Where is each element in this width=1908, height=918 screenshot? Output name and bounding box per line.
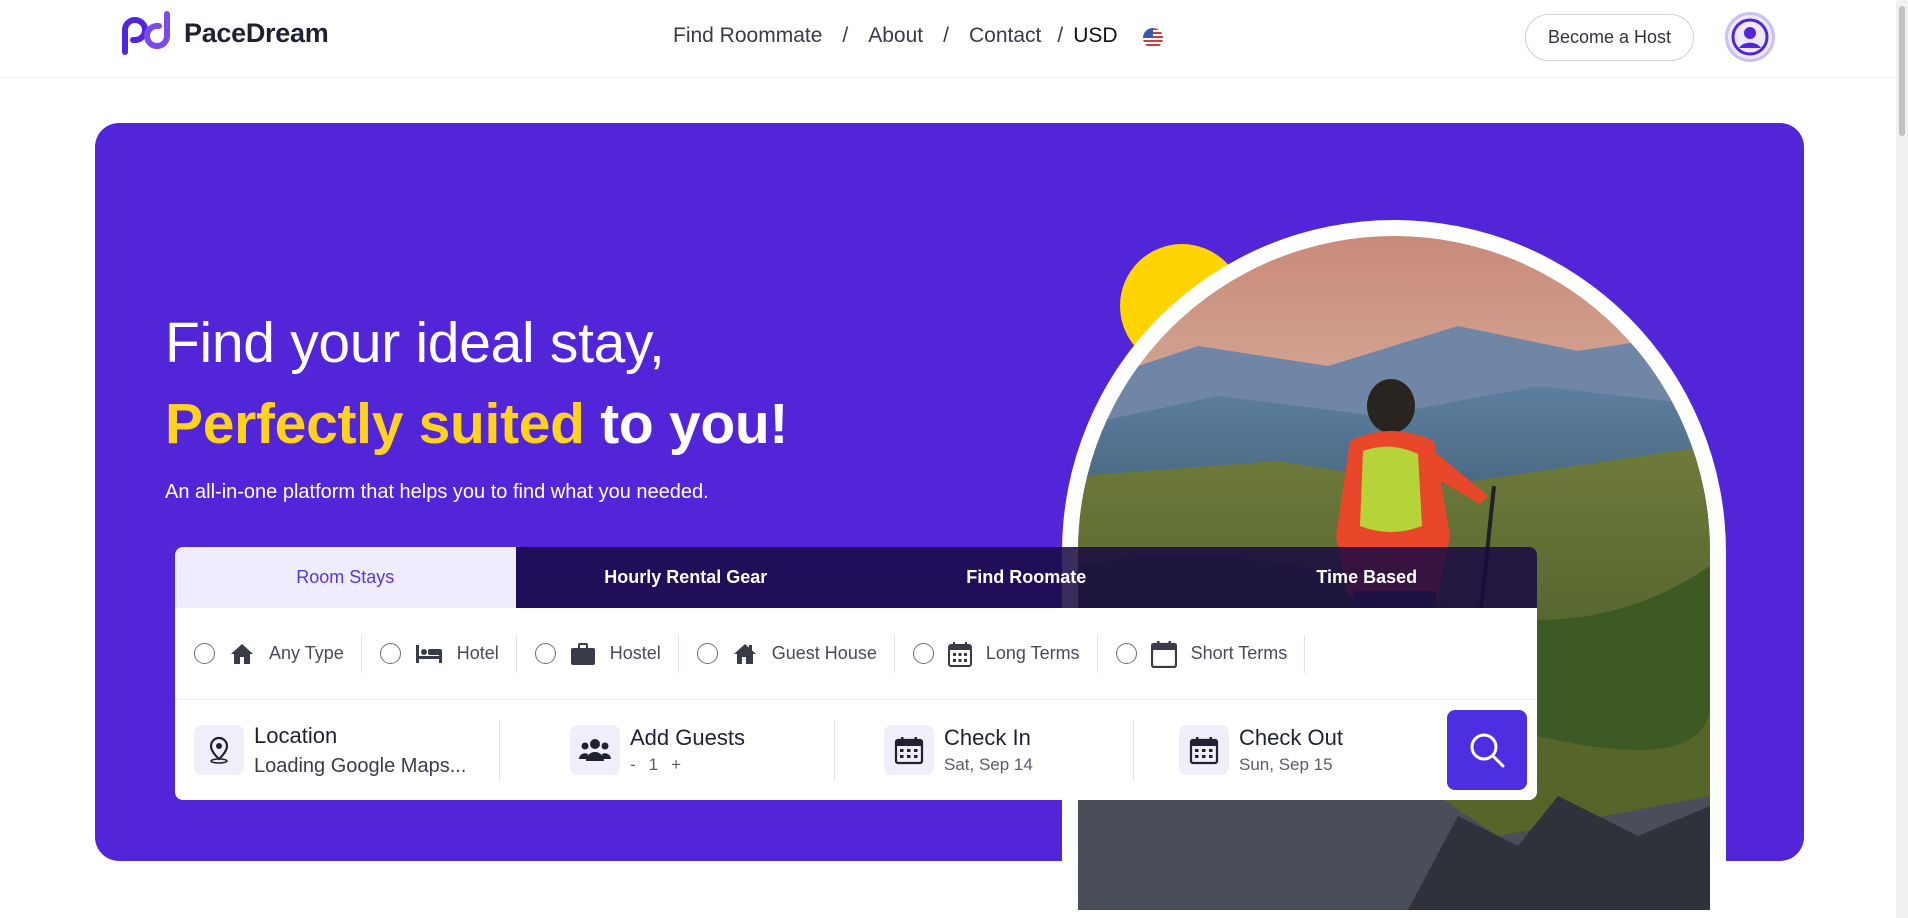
check-in-date[interactable]: Sat, Sep 14 [944, 755, 1033, 775]
hero-headline-accent: Perfectly suited [165, 392, 585, 456]
site-header: PaceDream Find Roommate / About / Contac… [0, 0, 1908, 78]
type-label: Guest House [771, 643, 877, 663]
field-divider [499, 720, 500, 780]
location-field[interactable]: Location Loading Google Maps... [194, 700, 466, 800]
radio-button[interactable] [1115, 643, 1137, 664]
guest-count: 1 [648, 755, 659, 774]
home-icon [229, 642, 255, 666]
radio-button[interactable] [534, 643, 556, 664]
nav-about[interactable]: About [868, 24, 923, 48]
search-tabs: Room Stays Hourly Rental Gear Find Rooma… [175, 547, 1537, 608]
main-nav: Find Roommate / About / Contact / USD [673, 24, 1118, 48]
hero-headline-rest: to you! [584, 392, 789, 456]
become-host-button[interactable]: Become a Host [1525, 14, 1694, 61]
nav-find-roommate[interactable]: Find Roommate [673, 24, 822, 48]
check-in-field[interactable]: Check In Sat, Sep 14 [884, 700, 1033, 800]
radio-button[interactable] [696, 643, 718, 664]
type-label: Short Terms [1190, 643, 1288, 663]
field-divider [834, 720, 835, 780]
guest-increment-button[interactable]: + [671, 755, 681, 775]
hero-subtitle: An all-in-one platform that helps you to… [165, 481, 709, 503]
location-title: Location [254, 722, 338, 748]
calendar-icon [1150, 640, 1177, 668]
scrollbar-thumb[interactable] [1899, 6, 1905, 136]
calendar-icon [884, 725, 934, 775]
bed-icon [415, 643, 443, 665]
type-option-long-terms[interactable]: Long Terms [912, 634, 1098, 673]
calendar-icon [1179, 725, 1229, 775]
check-out-title: Check Out [1239, 725, 1343, 750]
radio-button[interactable] [379, 643, 401, 664]
currency-selector[interactable]: USD [1073, 24, 1117, 48]
stay-type-options: Any Type Hotel Hostel Guest House Long T… [175, 608, 1537, 700]
guest-stepper: - 1 + [630, 755, 745, 775]
type-option-guest-house[interactable]: Guest House [696, 634, 895, 673]
type-option-hotel[interactable]: Hotel [379, 634, 517, 673]
type-label: Hostel [609, 643, 661, 663]
tab-time-based[interactable]: Time Based [1196, 547, 1537, 608]
type-label: Long Terms [985, 643, 1080, 663]
nav-separator: / [842, 24, 849, 47]
check-out-field[interactable]: Check Out Sun, Sep 15 [1179, 700, 1343, 800]
search-button[interactable] [1447, 710, 1527, 790]
guests-title: Add Guests [630, 725, 745, 750]
brand-logo[interactable]: PaceDream [119, 10, 329, 56]
field-divider [1133, 720, 1134, 780]
guest-decrement-button[interactable]: - [630, 755, 636, 775]
hero-headline-line2: Perfectly suited to you! [165, 391, 788, 457]
tab-hourly-rental-gear[interactable]: Hourly Rental Gear [515, 547, 856, 608]
page-scrollbar[interactable] [1896, 0, 1908, 918]
search-icon [1470, 733, 1505, 768]
nav-contact[interactable]: Contact [969, 24, 1041, 48]
type-option-any[interactable]: Any Type [194, 634, 362, 673]
type-option-short-terms[interactable]: Short Terms [1115, 634, 1306, 673]
brand-name: PaceDream [184, 17, 329, 48]
us-flag-icon[interactable] [1143, 28, 1163, 48]
type-label: Any Type [269, 643, 344, 663]
house-icon [732, 642, 758, 666]
radio-button[interactable] [194, 643, 215, 664]
guests-icon [570, 725, 620, 775]
briefcase-icon [570, 642, 596, 666]
check-in-title: Check In [944, 725, 1031, 750]
tab-room-stays[interactable]: Room Stays [175, 547, 516, 608]
hero-headline-line1: Find your ideal stay, [165, 311, 665, 375]
tab-find-roomate[interactable]: Find Roomate [856, 547, 1197, 608]
user-avatar-icon[interactable] [1725, 12, 1775, 62]
nav-separator: / [943, 24, 949, 47]
location-pin-icon [194, 725, 244, 775]
check-out-date[interactable]: Sun, Sep 15 [1239, 755, 1343, 775]
nav-separator: / [1057, 24, 1064, 47]
radio-button[interactable] [912, 643, 934, 664]
type-label: Hotel [456, 643, 499, 663]
type-option-hostel[interactable]: Hostel [534, 634, 679, 673]
pacedream-logo-icon [122, 11, 170, 55]
guests-field[interactable]: Add Guests - 1 + [570, 700, 745, 800]
calendar-grid-icon [947, 641, 972, 667]
search-fields: Location Loading Google Maps... Add Gues… [175, 700, 1537, 800]
location-input[interactable]: Loading Google Maps... [254, 755, 466, 778]
